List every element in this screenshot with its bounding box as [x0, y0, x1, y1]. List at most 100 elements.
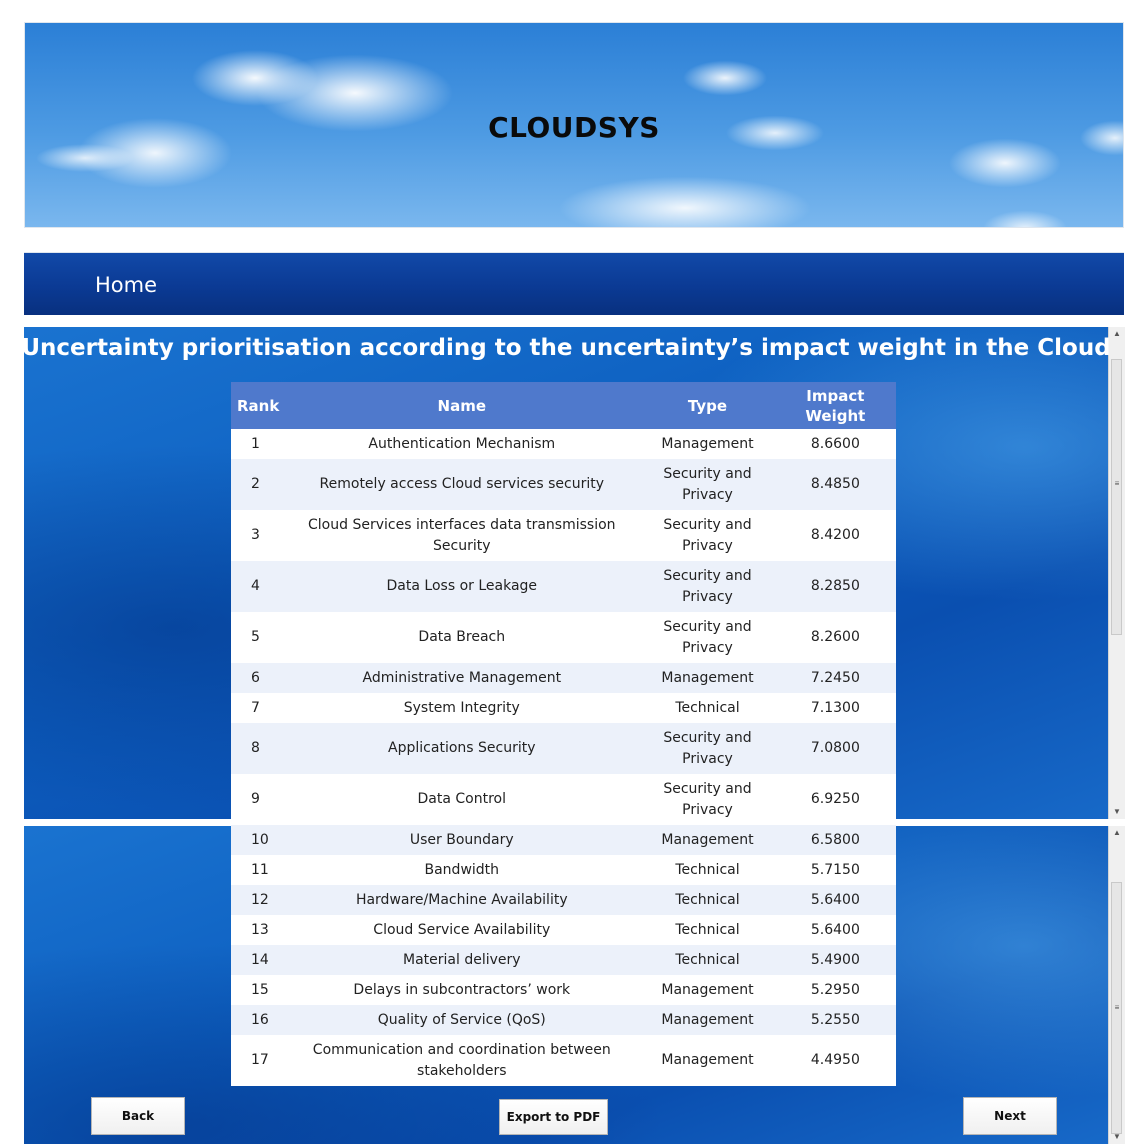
cell-rank: 6 [231, 663, 284, 693]
cell-rank: 14 [231, 945, 284, 975]
cell-type: Security and Privacy [640, 774, 775, 825]
cell-rank: 10 [231, 825, 284, 855]
column-header-impact-weight: Impact Weight [774, 382, 896, 429]
scrollbar-thumb[interactable] [1111, 359, 1122, 635]
cell-rank: 16 [231, 1005, 284, 1035]
cell-impact-weight: 7.2450 [774, 663, 896, 693]
cell-impact-weight: 8.4850 [774, 459, 896, 510]
cell-name: Material delivery [283, 945, 641, 975]
scrollbar-bottom[interactable]: ▲ ≡ ▼ [1108, 826, 1125, 1144]
nav-home-link[interactable]: Home [95, 273, 157, 297]
cell-type: Management [640, 663, 775, 693]
cell-type: Management [640, 1005, 775, 1035]
table-row: 11 Bandwidth Technical 5.7150 [231, 855, 896, 885]
cell-impact-weight: 4.4950 [774, 1035, 896, 1086]
nav-bar: Home [24, 252, 1124, 315]
cell-rank: 5 [231, 612, 284, 663]
cell-name: Data Control [283, 774, 641, 825]
export-pdf-button[interactable]: Export to PDF [499, 1099, 608, 1135]
cell-type: Security and Privacy [640, 561, 775, 612]
table-row: 10 User Boundary Management 6.5800 [231, 825, 896, 855]
cell-rank: 17 [231, 1035, 284, 1086]
cell-type: Management [640, 1035, 775, 1086]
cell-name: Communication and coordination between s… [283, 1035, 641, 1086]
cell-impact-weight: 8.2850 [774, 561, 896, 612]
cell-rank: 8 [231, 723, 284, 774]
table-row: 8 Applications Security Security and Priva… [231, 723, 896, 774]
cell-impact-weight: 5.2550 [774, 1005, 896, 1035]
back-button[interactable]: Back [91, 1097, 185, 1135]
table-row: 12 Hardware/Machine Availability Technical… [231, 885, 896, 915]
cell-type: Technical [640, 855, 775, 885]
cell-rank: 15 [231, 975, 284, 1005]
table-row: 14 Material delivery Technical 5.4900 [231, 945, 896, 975]
cell-name: Cloud Service Availability [283, 915, 641, 945]
cell-impact-weight: 7.0800 [774, 723, 896, 774]
cell-name: Authentication Mechanism [283, 429, 641, 459]
cell-rank: 12 [231, 885, 284, 915]
cell-impact-weight: 6.5800 [774, 825, 896, 855]
scroll-down-arrow-icon[interactable]: ▼ [1109, 805, 1125, 819]
cell-type: Security and Privacy [640, 459, 775, 510]
column-header-type: Type [640, 382, 775, 429]
cell-rank: 2 [231, 459, 284, 510]
page-heading: Uncertainty prioritisation according to … [21, 335, 1111, 361]
cell-type: Technical [640, 915, 775, 945]
cell-rank: 11 [231, 855, 284, 885]
table-row: 9 Data Control Security and Privacy 6.9250 [231, 774, 896, 825]
cell-impact-weight: 6.9250 [774, 774, 896, 825]
table-row: 17 Communication and coordination between… [231, 1035, 896, 1086]
app-title: CLOUDSYS [488, 111, 660, 144]
column-header-rank: Rank [231, 382, 284, 429]
cell-impact-weight: 7.1300 [774, 693, 896, 723]
table-row: 7 System Integrity Technical 7.1300 [231, 693, 896, 723]
scrollbar-top[interactable]: ▲ ≡ ▼ [1108, 327, 1125, 819]
cell-impact-weight: 8.6600 [774, 429, 896, 459]
scroll-down-arrow-icon[interactable]: ▼ [1109, 1130, 1125, 1144]
cell-impact-weight: 5.2950 [774, 975, 896, 1005]
cell-rank: 13 [231, 915, 284, 945]
table-row: 15 Delays in subcontractors’ work Manageme… [231, 975, 896, 1005]
cell-impact-weight: 5.6400 [774, 885, 896, 915]
cell-rank: 1 [231, 429, 284, 459]
next-button[interactable]: Next [963, 1097, 1057, 1135]
cell-name: Hardware/Machine Availability [283, 885, 641, 915]
scrollbar-grip-icon: ≡ [1114, 1003, 1120, 1012]
table-header-row: Rank Name Type Impact Weight [231, 382, 896, 429]
table-row: 5 Data Breach Security and Privacy 8.2600 [231, 612, 896, 663]
cell-type: Technical [640, 885, 775, 915]
cell-type: Security and Privacy [640, 723, 775, 774]
header-banner: CLOUDSYS [24, 22, 1124, 228]
uncertainty-table: Rank Name Type Impact Weight 1 Authentica… [231, 382, 896, 1086]
cell-type: Security and Privacy [640, 612, 775, 663]
cell-type: Management [640, 825, 775, 855]
cell-impact-weight: 5.6400 [774, 915, 896, 945]
cell-name: Data Loss or Leakage [283, 561, 641, 612]
cell-impact-weight: 5.4900 [774, 945, 896, 975]
cell-name: Remotely access Cloud services security [283, 459, 641, 510]
table-row: 1 Authentication Mechanism Management 8.660… [231, 429, 896, 459]
cell-impact-weight: 8.2600 [774, 612, 896, 663]
cell-impact-weight: 8.4200 [774, 510, 896, 561]
scrollbar-grip-icon: ≡ [1114, 479, 1120, 488]
cell-name: Data Breach [283, 612, 641, 663]
table-row: 3 Cloud Services interfaces data transmis… [231, 510, 896, 561]
cell-name: Cloud Services interfaces data transmiss… [283, 510, 641, 561]
column-header-name: Name [283, 382, 641, 429]
table-row: 2 Remotely access Cloud services security… [231, 459, 896, 510]
cell-rank: 7 [231, 693, 284, 723]
cell-rank: 4 [231, 561, 284, 612]
cell-type: Technical [640, 693, 775, 723]
cell-name: User Boundary [283, 825, 641, 855]
table-row: 4 Data Loss or Leakage Security and Privac… [231, 561, 896, 612]
cell-name: Delays in subcontractors’ work [283, 975, 641, 1005]
table-row: 16 Quality of Service (QoS) Management 5.25… [231, 1005, 896, 1035]
cell-name: System Integrity [283, 693, 641, 723]
scroll-up-arrow-icon[interactable]: ▲ [1109, 826, 1125, 840]
cell-rank: 3 [231, 510, 284, 561]
cell-type: Technical [640, 945, 775, 975]
cell-name: Quality of Service (QoS) [283, 1005, 641, 1035]
table-row: 13 Cloud Service Availability Technical 5.6… [231, 915, 896, 945]
cell-name: Bandwidth [283, 855, 641, 885]
cell-rank: 9 [231, 774, 284, 825]
